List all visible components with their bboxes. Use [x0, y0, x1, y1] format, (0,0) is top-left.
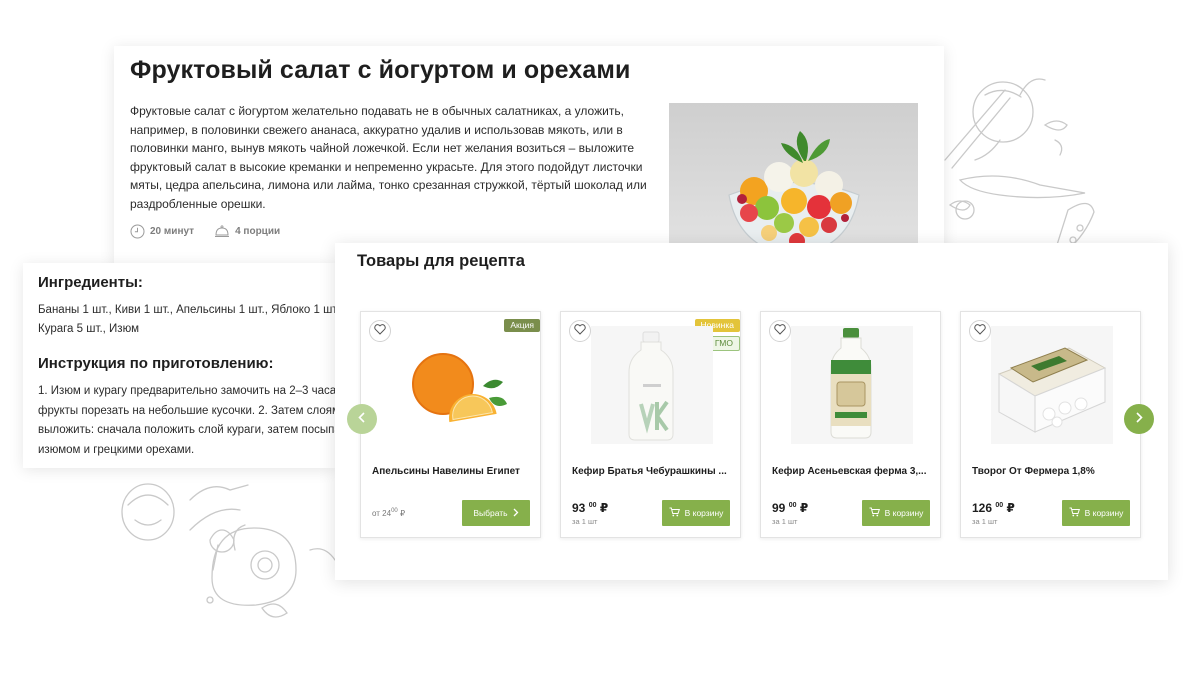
ingredients-list: Бананы 1 шт., Киви 1 шт., Апельсины 1 шт… [38, 304, 335, 335]
choose-button-label: Выбрать [473, 508, 508, 518]
product-card[interactable]: Кефир Асеньевская ферма 3,... 99 00 ₽ за… [760, 311, 941, 538]
product-image-kefir [791, 326, 913, 444]
product-price: 99 00 ₽ [772, 501, 809, 515]
serving-dish-icon [214, 224, 230, 239]
favorite-button[interactable] [969, 320, 991, 342]
carousel-prev-button[interactable] [347, 404, 377, 434]
heart-icon [574, 322, 586, 340]
product-image-cottage-cheese [991, 326, 1113, 444]
cooking-time: 20 минут [130, 224, 194, 239]
product-image-kefir [591, 326, 713, 444]
price-unit: за 1 шт [772, 517, 798, 526]
price-unit: за 1 шт [972, 517, 998, 526]
cart-icon [1069, 507, 1080, 519]
product-price: 93 00 ₽ [572, 501, 609, 515]
carousel-next-button[interactable] [1124, 404, 1154, 434]
add-to-cart-button[interactable]: В корзину [1062, 500, 1130, 526]
add-to-cart-button[interactable]: В корзину [862, 500, 930, 526]
clock-icon [130, 224, 145, 239]
servings: 4 порции [214, 224, 280, 239]
product-name[interactable]: Кефир Асеньевская ферма 3,... [772, 466, 934, 477]
recipe-title: Фруктовый салат с йогуртом и орехами [130, 56, 631, 84]
choose-button[interactable]: Выбрать [462, 500, 530, 526]
favorite-button[interactable] [569, 320, 591, 342]
add-to-cart-label: В корзину [1084, 508, 1124, 518]
product-name[interactable]: Апельсины Навелины Египет [372, 466, 534, 477]
product-card[interactable]: Новинка Без ГМО Кефир Братья Чебурашкины… [560, 311, 741, 538]
chevron-right-icon [1135, 410, 1143, 428]
ingredients-title: Ингредиенты: [38, 274, 143, 291]
favorite-button[interactable] [769, 320, 791, 342]
product-price: от 2400 ₽ [372, 508, 406, 518]
recipe-products-panel: Товары для рецепта Акция Апельсины Навел… [335, 243, 1168, 580]
recipe-description: Фруктовые салат с йогуртом желательно по… [130, 104, 647, 211]
fruit-salad-photo [669, 103, 918, 266]
instructions-title: Инструкция по приготовлению: [38, 355, 274, 372]
product-card[interactable]: Акция Апельсины Навелины Египет от 2400 … [360, 311, 541, 538]
add-to-cart-label: В корзину [684, 508, 724, 518]
products-title: Товары для рецепта [357, 252, 525, 270]
ingredients-card: Ингредиенты: Бананы 1 шт., Киви 1 шт., А… [23, 263, 335, 468]
product-card[interactable]: Творог От Фермера 1,8% 126 00 ₽ за 1 шт … [960, 311, 1141, 538]
cart-icon [669, 507, 680, 519]
price-unit: за 1 шт [572, 517, 598, 526]
heart-icon [974, 322, 986, 340]
product-image-orange [391, 326, 513, 444]
cooking-time-text: 20 минут [150, 226, 195, 237]
servings-text: 4 порции [235, 226, 281, 237]
add-to-cart-button[interactable]: В корзину [662, 500, 730, 526]
add-to-cart-label: В корзину [884, 508, 924, 518]
cart-icon [869, 507, 880, 519]
product-name[interactable]: Кефир Братья Чебурашкины ... [572, 466, 734, 477]
recipe-meta: 20 минут 4 порции [130, 224, 280, 239]
recipe-card: Фруктовый салат с йогуртом и орехами Фру… [114, 46, 944, 266]
heart-icon [374, 322, 386, 340]
product-name[interactable]: Творог От Фермера 1,8% [972, 466, 1134, 477]
heart-icon [774, 322, 786, 340]
favorite-button[interactable] [369, 320, 391, 342]
product-price: 126 00 ₽ [972, 501, 1015, 515]
chevron-left-icon [358, 410, 366, 428]
instructions-text: 1. Изюм и курагу предварительно замочить… [38, 385, 335, 456]
chevron-right-icon [513, 508, 519, 519]
